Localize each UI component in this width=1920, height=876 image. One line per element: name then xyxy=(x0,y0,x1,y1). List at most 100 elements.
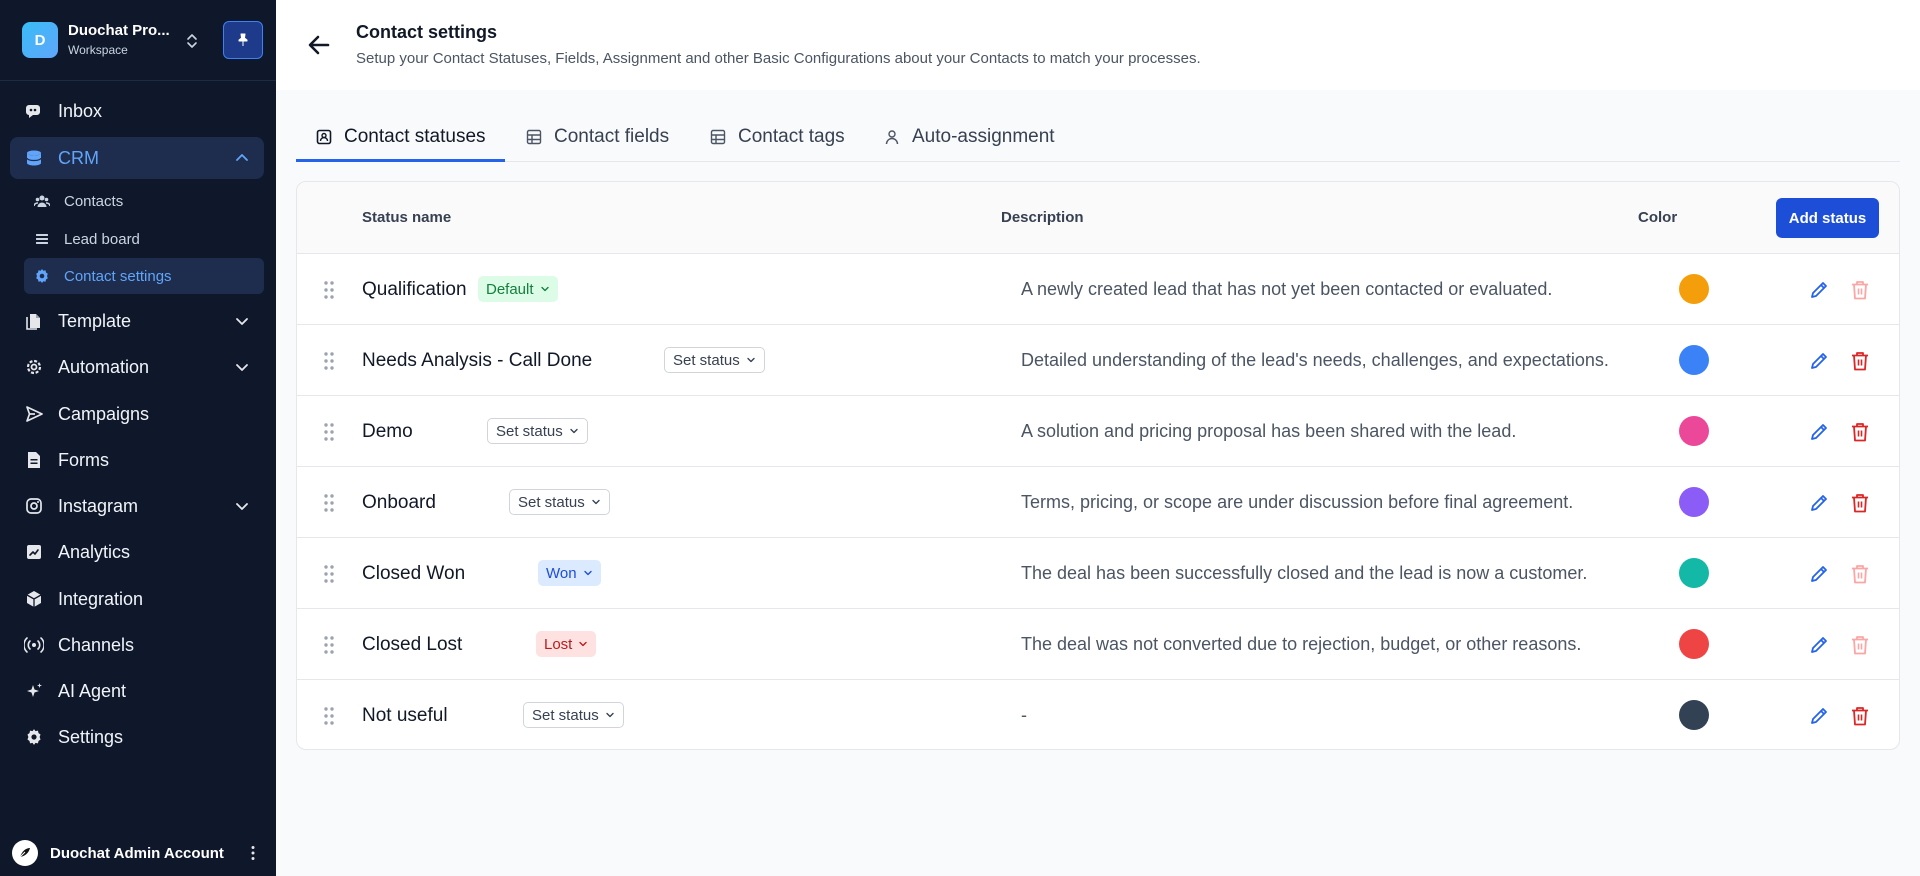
sidebar-item-campaigns[interactable]: Campaigns xyxy=(10,393,264,435)
status-name: Qualification xyxy=(362,279,467,300)
sidebar-item-inbox[interactable]: Inbox xyxy=(10,90,264,132)
table-header: Status name Description Color Add status xyxy=(297,182,1899,254)
sidebar: D Duochat Pro... Workspace Inbox CRM Con… xyxy=(0,0,276,876)
cog-icon xyxy=(24,357,44,377)
inbox-icon xyxy=(24,101,44,121)
chevron-down-icon xyxy=(605,710,615,720)
status-description: The deal was not converted due to reject… xyxy=(1021,634,1582,654)
workspace-subtitle: Workspace xyxy=(68,43,128,57)
column-header-color: Color xyxy=(1638,209,1678,226)
status-color-swatch[interactable] xyxy=(1679,558,1709,588)
trash-icon[interactable] xyxy=(1849,492,1871,514)
status-description: Detailed understanding of the lead's nee… xyxy=(1021,350,1609,370)
workspace-name: Duochat Pro... xyxy=(68,22,170,39)
drag-handle-icon[interactable] xyxy=(323,351,335,371)
users-icon xyxy=(34,193,50,209)
status-type-dropdown[interactable]: Won xyxy=(538,560,601,586)
edit-pencil-icon[interactable] xyxy=(1808,279,1830,301)
trash-icon[interactable] xyxy=(1849,634,1871,656)
tab-auto-assignment[interactable]: Auto-assignment xyxy=(884,112,1055,162)
drag-handle-icon[interactable] xyxy=(323,493,335,513)
chevron-down-icon xyxy=(583,568,593,578)
sidebar-item-instagram[interactable]: Instagram xyxy=(10,485,264,527)
status-color-swatch[interactable] xyxy=(1679,416,1709,446)
edit-pencil-icon[interactable] xyxy=(1808,634,1830,656)
trash-icon[interactable] xyxy=(1849,563,1871,585)
sidebar-item-analytics[interactable]: Analytics xyxy=(10,531,264,573)
list-icon xyxy=(34,231,50,247)
status-color-swatch[interactable] xyxy=(1679,700,1709,730)
status-type-label: Set status xyxy=(496,422,563,440)
drag-handle-icon[interactable] xyxy=(323,706,335,726)
account-menu[interactable]: Duochat Admin Account xyxy=(12,840,264,866)
trash-icon[interactable] xyxy=(1849,279,1871,301)
trash-icon[interactable] xyxy=(1849,350,1871,372)
edit-pencil-icon[interactable] xyxy=(1808,563,1830,585)
chevron-updown-icon[interactable] xyxy=(184,32,200,50)
drag-handle-icon[interactable] xyxy=(323,635,335,655)
sidebar-item-label: Settings xyxy=(58,726,124,747)
user-icon xyxy=(884,129,900,145)
status-type-dropdown[interactable]: Set status xyxy=(523,702,624,728)
chevron-down-icon xyxy=(236,364,248,371)
status-type-dropdown[interactable]: Set status xyxy=(487,418,588,444)
add-status-button[interactable]: Add status xyxy=(1776,198,1879,238)
sidebar-item-crm[interactable]: CRM xyxy=(10,137,264,179)
sidebar-item-forms[interactable]: Forms xyxy=(10,439,264,481)
status-type-dropdown[interactable]: Default xyxy=(478,276,558,302)
status-type-dropdown[interactable]: Set status xyxy=(664,347,765,373)
drag-handle-icon[interactable] xyxy=(323,422,335,442)
sidebar-item-lead-board[interactable]: Lead board xyxy=(24,221,264,257)
tab-contact-statuses[interactable]: Contact statuses xyxy=(316,112,486,162)
sidebar-item-settings[interactable]: Settings xyxy=(10,716,264,758)
table-row: Not useful Set status - xyxy=(297,680,1899,749)
account-name: Duochat Admin Account xyxy=(50,844,224,862)
sidebar-item-ai-agent[interactable]: AI Agent xyxy=(10,670,264,712)
edit-pencil-icon[interactable] xyxy=(1808,705,1830,727)
status-color-swatch[interactable] xyxy=(1679,629,1709,659)
sidebar-item-integration[interactable]: Integration xyxy=(10,578,264,620)
sidebar-divider xyxy=(0,80,276,81)
trash-icon[interactable] xyxy=(1849,705,1871,727)
status-type-label: Default xyxy=(486,280,534,298)
sidebar-item-label: Integration xyxy=(58,588,144,609)
sidebar-item-template[interactable]: Template xyxy=(10,300,264,342)
status-color-swatch[interactable] xyxy=(1679,487,1709,517)
sidebar-item-label: Contacts xyxy=(64,192,124,210)
status-color-swatch[interactable] xyxy=(1679,274,1709,304)
status-description: A solution and pricing proposal has been… xyxy=(1021,421,1517,441)
sidebar-item-contacts[interactable]: Contacts xyxy=(24,183,264,219)
chevron-down-icon xyxy=(236,318,248,325)
tab-contact-fields[interactable]: Contact fields xyxy=(526,112,669,162)
more-vertical-icon[interactable] xyxy=(244,844,262,862)
settings-tabs: Contact statuses Contact fields Contact … xyxy=(296,112,1900,162)
sidebar-item-contact-settings[interactable]: Contact settings xyxy=(24,258,264,294)
sidebar-item-label: Analytics xyxy=(58,541,131,562)
status-type-dropdown[interactable]: Set status xyxy=(509,489,610,515)
edit-pencil-icon[interactable] xyxy=(1808,350,1830,372)
table-row: Demo Set status A solution and pricing pro… xyxy=(297,396,1899,467)
trash-icon[interactable] xyxy=(1849,421,1871,443)
sidebar-item-label: Channels xyxy=(58,634,135,655)
form-icon xyxy=(24,450,44,470)
pin-sidebar-button[interactable] xyxy=(223,21,263,59)
back-arrow-icon[interactable] xyxy=(306,32,332,58)
drag-handle-icon[interactable] xyxy=(323,280,335,300)
status-type-dropdown[interactable]: Lost xyxy=(536,631,597,657)
sidebar-item-channels[interactable]: Channels xyxy=(10,624,264,666)
page-title: Contact settings xyxy=(356,22,498,42)
edit-pencil-icon[interactable] xyxy=(1808,492,1830,514)
tab-contact-tags[interactable]: Contact tags xyxy=(710,112,845,162)
sidebar-item-label: Campaigns xyxy=(58,403,150,424)
drag-handle-icon[interactable] xyxy=(323,564,335,584)
status-color-swatch[interactable] xyxy=(1679,345,1709,375)
sidebar-item-label: AI Agent xyxy=(58,680,127,701)
chevron-down-icon xyxy=(569,426,579,436)
edit-pencil-icon[interactable] xyxy=(1808,421,1830,443)
chevron-down-icon xyxy=(591,497,601,507)
page-subtitle: Setup your Contact Statuses, Fields, Ass… xyxy=(356,50,1201,67)
sidebar-item-label: Lead board xyxy=(64,230,140,248)
page-header: Contact settings Setup your Contact Stat… xyxy=(276,0,1920,90)
sparkle-icon xyxy=(24,681,44,701)
sidebar-item-automation[interactable]: Automation xyxy=(10,346,264,388)
